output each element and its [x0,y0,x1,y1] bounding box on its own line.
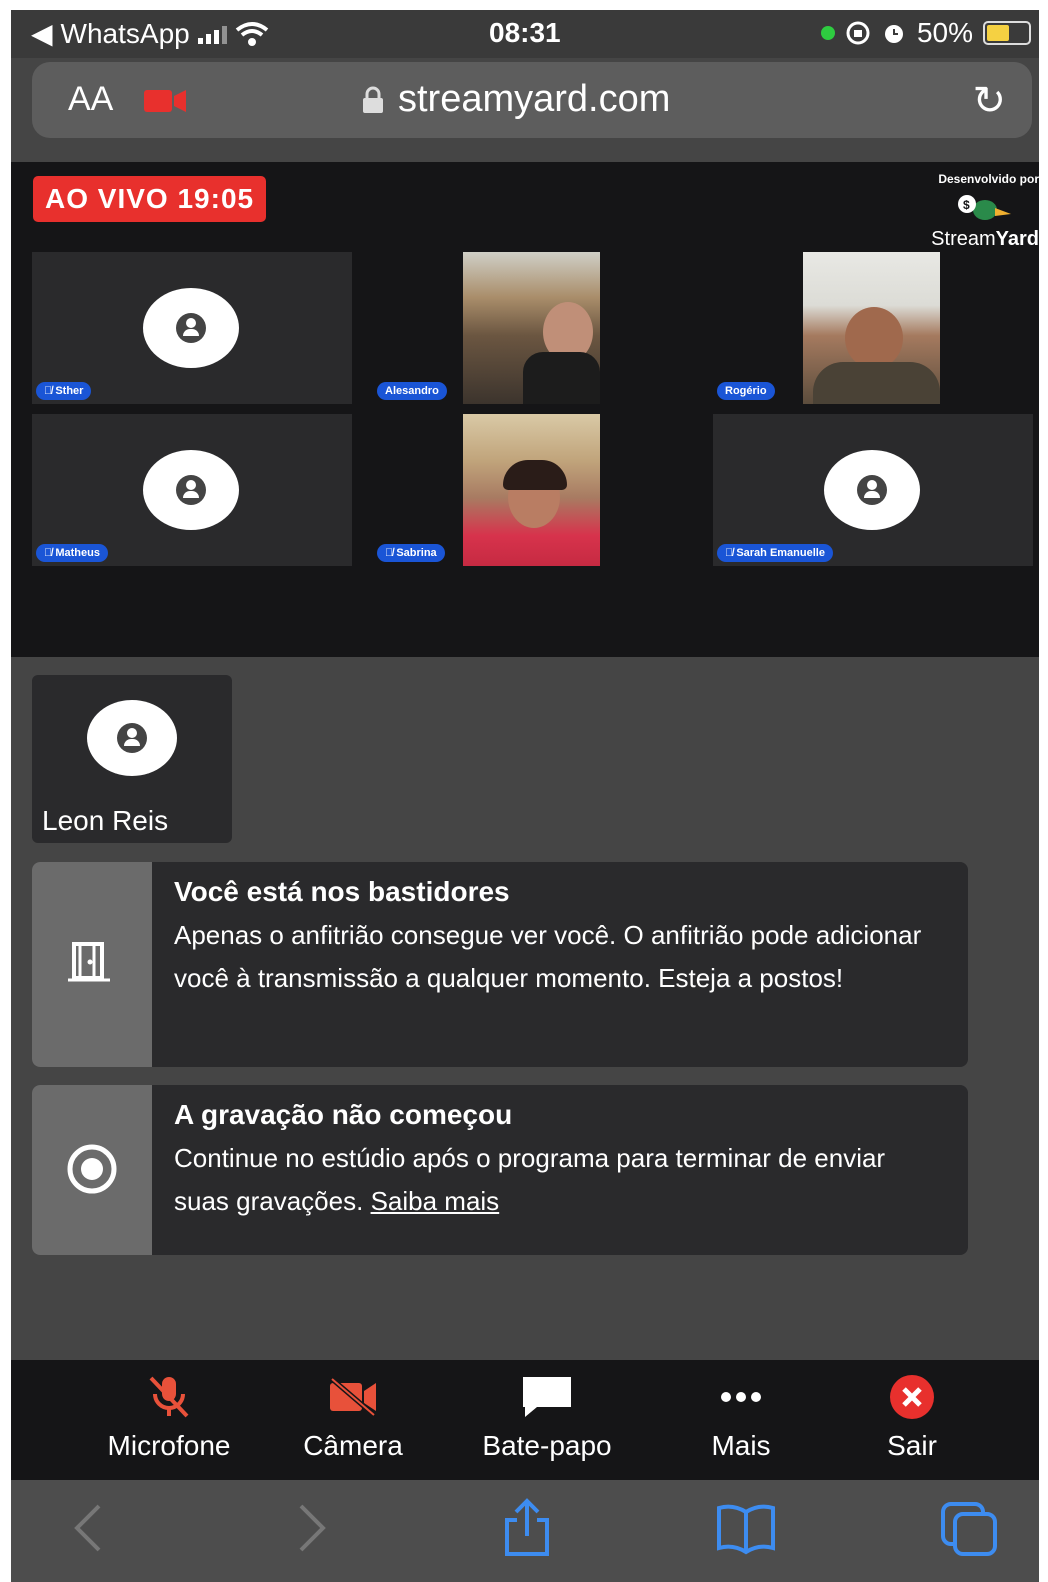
studio-toolbar: Microfone Câmera Bate-papo Mais Sair [11,1360,1039,1480]
notice-icon-panel [32,862,152,1067]
rotation-lock-icon [846,21,870,45]
back-app-label: WhatsApp [60,17,190,49]
self-name: Leon Reis [42,805,169,836]
camera-recording-icon[interactable] [144,90,188,112]
live-badge: AO VIVO 19:05 [33,176,267,222]
brand-name: StreamYard [931,228,1039,250]
share-icon[interactable] [501,1498,553,1558]
self-preview-tile: Leon Reis [32,675,232,843]
participant-video [463,252,600,404]
user-icon [176,475,206,505]
forward-icon[interactable] [291,1498,331,1558]
participant-name-tag: Alesandro [377,382,447,400]
notice-title: Você está nos bastidores [174,876,510,907]
chat-button[interactable]: Bate-papo [457,1374,637,1462]
participant-tile: 🎙̸ Sarah Emanuelle [713,414,1033,566]
participant-name-tag: 🎙̸ Sabrina [377,544,445,562]
browser-toolbar [11,1480,1039,1582]
participant-tile: 🎙̸ Sabrina [373,414,693,566]
microphone-button[interactable]: Microfone [86,1374,252,1462]
participant-tile: Rogério [713,252,1033,404]
clock: 08:31 [489,17,561,48]
notice-title: A gravação não começou [174,1099,513,1130]
battery-icon [983,21,1031,45]
backstage-notice: Você está nos bastidores Apenas o anfitr… [32,862,968,1067]
notice-icon-panel [32,1085,152,1255]
avatar [143,288,239,368]
participant-name-tag: 🎙̸ Sther [36,382,92,400]
avatar [87,700,177,776]
camera-off-icon [330,1377,376,1417]
back-icon[interactable] [69,1498,109,1558]
more-button[interactable]: Mais [691,1374,791,1462]
app-frame: ◀ WhatsApp 08:31 50% AA streamyard.com ↻… [11,10,1039,1582]
mic-muted-icon: 🎙̸ [44,547,56,559]
bookmarks-icon[interactable] [715,1498,777,1558]
avatar [824,450,920,530]
participant-tile: 🎙̸ Matheus [32,414,352,566]
streamyard-watermark: Desenvolvido por $ StreamYard [924,172,1039,252]
battery-percent: 50% [916,17,973,48]
back-arrow-icon: ◀ [31,18,53,49]
mic-off-icon [149,1376,189,1418]
participant-video [463,414,600,566]
close-circle-icon [890,1375,934,1419]
wifi-icon [235,21,268,46]
learn-more-link[interactable]: Saiba mais [371,1186,500,1216]
mic-muted-icon: 🎙̸ [385,547,397,559]
cellular-signal-icon [197,24,227,44]
url-host: streamyard.com [362,78,670,121]
participant-tile: 🎙̸ Sther [32,252,352,404]
more-dots-icon [721,1392,761,1402]
mic-muted-icon: 🎙̸ [44,385,56,397]
avatar [143,450,239,530]
user-icon [857,475,887,505]
user-icon [176,313,206,343]
participant-name-tag: Rogério [717,382,775,400]
recording-notice: A gravação não começou Continue no estúd… [32,1085,968,1255]
leave-button[interactable]: Sair [869,1374,955,1462]
chat-bubble-icon [523,1377,571,1417]
status-bar: ◀ WhatsApp 08:31 50% [11,10,1039,58]
address-bar[interactable]: AA streamyard.com ↻ [32,62,1032,138]
developed-by-label: Desenvolvido por [938,172,1039,186]
participant-tile: Alesandro [373,252,693,404]
mic-muted-icon: 🎙̸ [725,547,737,559]
alarm-icon [884,25,903,43]
camera-button[interactable]: Câmera [283,1374,423,1462]
door-icon [68,942,110,982]
reload-icon[interactable]: ↻ [972,78,1006,124]
participant-name-tag: 🎙̸ Matheus [36,544,108,562]
user-icon [117,723,147,753]
streamyard-duck-logo: $ [958,195,1011,220]
record-icon [67,1144,117,1194]
notice-text: Apenas o anfitrião consegue ver você. O … [174,920,922,993]
url-text[interactable]: streamyard.com [398,78,670,121]
tabs-icon[interactable] [939,1498,1001,1558]
svg-text:$: $ [963,198,970,212]
notice-text: Continue no estúdio após o programa para… [174,1143,886,1216]
camera-in-use-indicator [820,26,835,40]
text-size-button[interactable]: AA [68,80,113,119]
participant-name-tag: 🎙̸ Sarah Emanuelle [717,544,833,562]
participant-video [803,252,940,404]
lock-icon [363,86,383,113]
back-to-app[interactable]: ◀ WhatsApp [31,17,269,50]
live-stage: AO VIVO 19:05 Desenvolvido por $ StreamY… [11,162,1039,657]
